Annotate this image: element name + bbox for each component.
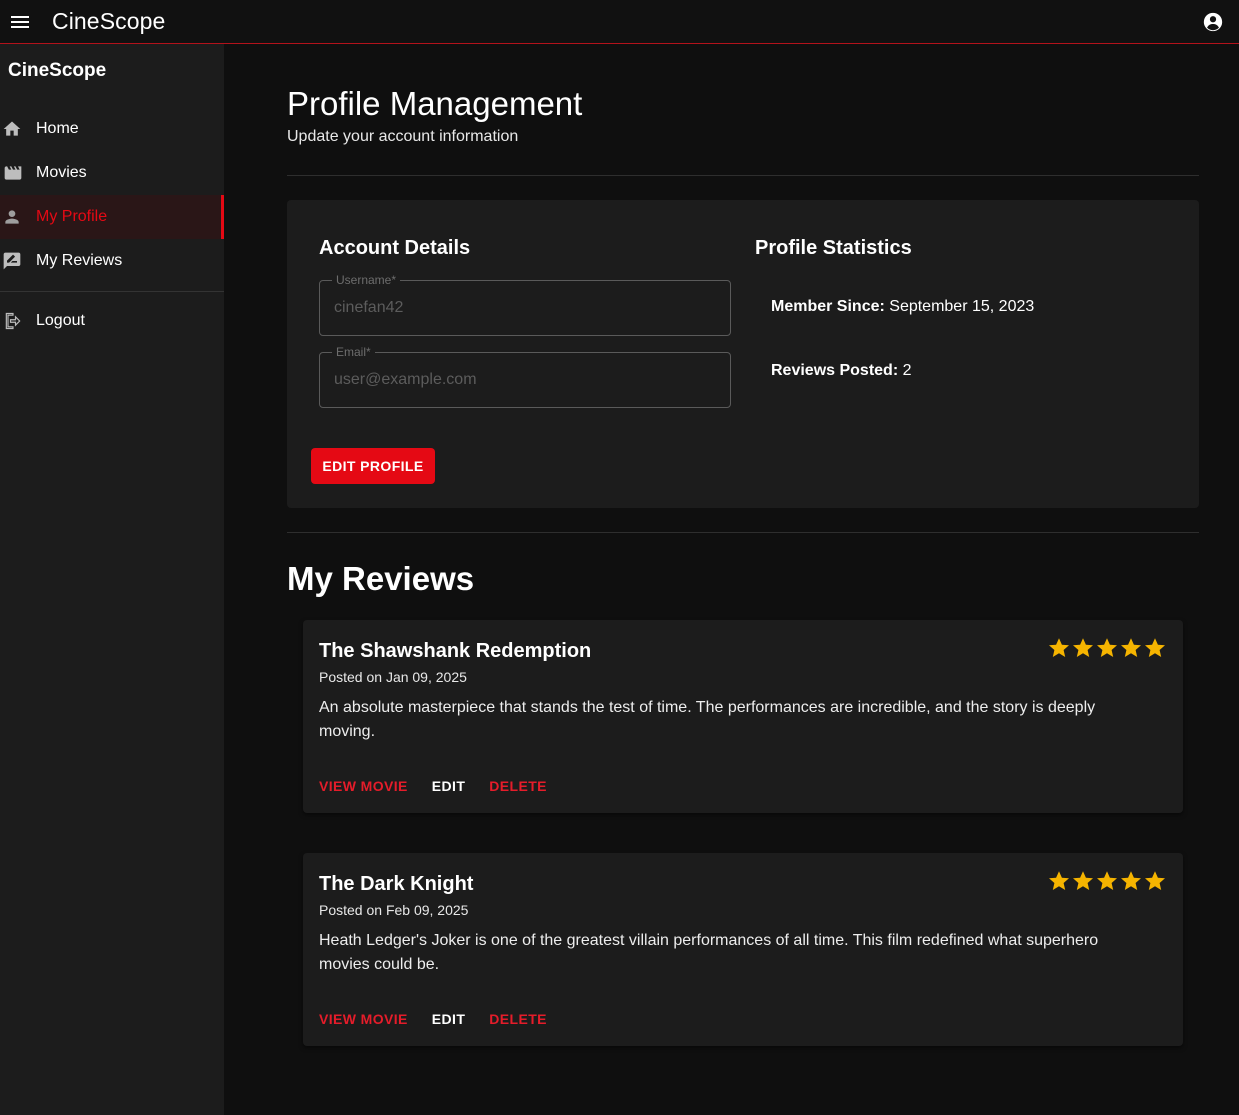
app-title: CineScope — [52, 8, 166, 34]
star-rating — [1047, 636, 1167, 660]
account-button[interactable] — [1199, 8, 1227, 36]
sidebar-item-my-reviews[interactable]: My Reviews — [0, 239, 224, 283]
my-reviews-title: My Reviews — [287, 560, 475, 597]
person-icon — [0, 195, 36, 239]
page-title: Profile Management — [287, 85, 583, 122]
view-movie-button[interactable]: VIEW MOVIE — [311, 774, 416, 798]
edit-review-button[interactable]: EDIT — [424, 1007, 474, 1031]
delete-review-button[interactable]: DELETE — [481, 774, 555, 798]
account-circle-icon — [1203, 12, 1223, 32]
sidebar-item-movies[interactable]: Movies — [0, 151, 224, 195]
username-input[interactable] — [320, 281, 730, 335]
rate-review-icon — [0, 239, 36, 283]
member-since-value: September 15, 2023 — [889, 298, 1035, 315]
username-field[interactable]: Username* — [319, 273, 731, 336]
sidebar-item-label: Logout — [36, 312, 85, 329]
logout-icon — [0, 299, 36, 343]
sidebar-item-logout[interactable]: Logout — [0, 299, 224, 343]
star-icon — [1097, 638, 1117, 657]
reviews-posted-stat: Reviews Posted: 2 — [771, 362, 912, 380]
review-card: The Shawshank Redemption Posted on Jan 0… — [303, 620, 1183, 813]
star-rating — [1047, 869, 1167, 893]
member-since-stat: Member Since: September 15, 2023 — [771, 298, 1034, 316]
view-movie-button[interactable]: VIEW MOVIE — [311, 1007, 416, 1031]
star-icon — [1073, 638, 1093, 657]
star-icon — [1121, 871, 1141, 890]
sidebar-item-home[interactable]: Home — [0, 107, 224, 151]
sidebar-item-label: Home — [36, 120, 79, 137]
review-date: Posted on Feb 09, 2025 — [319, 902, 469, 918]
delete-review-button[interactable]: DELETE — [481, 1007, 555, 1031]
movie-clapper-icon — [0, 151, 36, 195]
page-subtitle: Update your account information — [287, 128, 519, 145]
review-actions: VIEW MOVIE EDIT DELETE — [311, 774, 563, 798]
review-movie-title: The Shawshank Redemption — [319, 640, 592, 662]
sidebar: CineScope Home Movies My Profile My Revi… — [0, 44, 224, 1115]
review-text: An absolute masterpiece that stands the … — [319, 699, 1096, 740]
sidebar-divider — [0, 291, 224, 292]
reviews-posted-value: 2 — [902, 362, 912, 379]
star-icon — [1073, 871, 1093, 890]
profile-card: Account Details Username* Email* EDIT PR… — [287, 200, 1199, 508]
email-input[interactable] — [320, 353, 730, 407]
sidebar-item-label: Movies — [36, 164, 87, 181]
edit-profile-button[interactable]: EDIT PROFILE — [311, 448, 435, 484]
star-icon — [1145, 871, 1165, 890]
home-icon — [0, 107, 36, 151]
star-icon — [1121, 638, 1141, 657]
review-text: Heath Ledger's Joker is one of the great… — [319, 932, 1099, 973]
divider — [287, 532, 1199, 533]
star-icon — [1049, 871, 1069, 890]
review-actions: VIEW MOVIE EDIT DELETE — [311, 1007, 563, 1031]
review-card: The Dark Knight Posted on Feb 09, 2025 H… — [303, 853, 1183, 1046]
member-since-label: Member Since: — [771, 298, 885, 315]
app-bar: CineScope — [0, 0, 1239, 44]
review-movie-title: The Dark Knight — [319, 873, 474, 895]
star-icon — [1145, 638, 1165, 657]
sidebar-item-my-profile[interactable]: My Profile — [0, 195, 224, 239]
profile-statistics-title: Profile Statistics — [755, 237, 912, 259]
account-details-title: Account Details — [319, 237, 471, 259]
star-icon — [1097, 871, 1117, 890]
sidebar-item-label: My Reviews — [36, 252, 123, 269]
star-icon — [1049, 638, 1069, 657]
reviews-posted-label: Reviews Posted: — [771, 362, 899, 379]
main-content: Profile Management Update your account i… — [287, 44, 1199, 1046]
divider — [287, 175, 1199, 176]
edit-review-button[interactable]: EDIT — [424, 774, 474, 798]
review-date: Posted on Jan 09, 2025 — [319, 669, 467, 685]
menu-icon — [11, 15, 29, 28]
email-field[interactable]: Email* — [319, 345, 731, 408]
sidebar-brand: CineScope — [8, 60, 107, 81]
sidebar-item-label: My Profile — [36, 208, 108, 225]
menu-button[interactable] — [0, 2, 40, 42]
